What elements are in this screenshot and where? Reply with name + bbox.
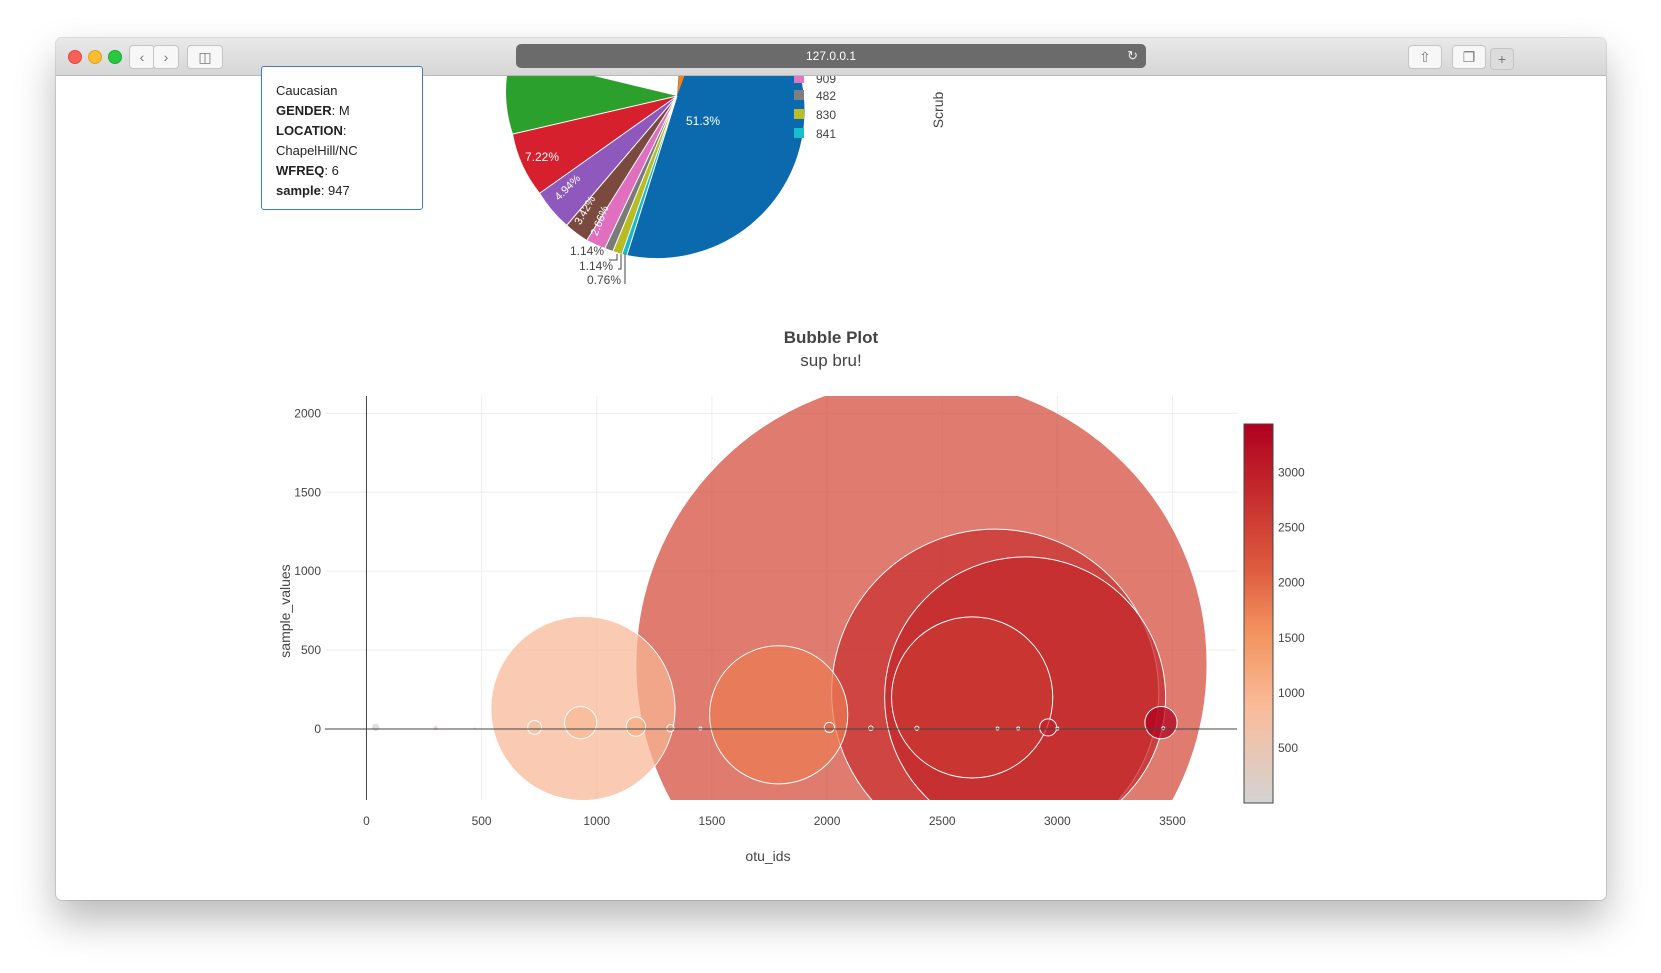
url-text: 127.0.0.1 bbox=[805, 49, 857, 63]
colorbar-tick-label: 3000 bbox=[1278, 465, 1305, 479]
minimize-window-button[interactable] bbox=[88, 50, 102, 64]
bubble-point[interactable] bbox=[564, 706, 598, 740]
reload-icon[interactable]: ↻ bbox=[1127, 44, 1138, 68]
bubble-point[interactable] bbox=[709, 645, 849, 785]
share-icon: ⇧ bbox=[1419, 49, 1431, 65]
legend-label-841[interactable]: 841 bbox=[816, 127, 836, 141]
tabs-button[interactable]: ❐ bbox=[1452, 45, 1486, 69]
bubble-point[interactable] bbox=[666, 724, 675, 733]
y-tick-label: 500 bbox=[301, 643, 321, 657]
bubble-point[interactable] bbox=[371, 722, 381, 733]
browser-window: ‹ › ◫ 127.0.0.1 ↻ ⇧ ❐ + Caucasian GENDER… bbox=[56, 38, 1606, 900]
colorbar-ticks: 500 1000 1500 2000 2500 3000 bbox=[1278, 465, 1305, 755]
sidebar-icon: ◫ bbox=[198, 49, 212, 65]
pie-label-114b: 1.14% bbox=[579, 259, 613, 273]
y-tick-label: 1000 bbox=[294, 564, 321, 578]
bubble-point[interactable] bbox=[432, 725, 439, 732]
chart-subtitle: sup bru! bbox=[800, 351, 861, 370]
y-axis-label: sample_values bbox=[277, 564, 293, 657]
bubble-layer bbox=[371, 396, 1208, 800]
legend-swatch-482[interactable] bbox=[794, 90, 804, 100]
chart-title: Bubble Plot bbox=[784, 328, 879, 347]
bubble-point[interactable] bbox=[823, 721, 835, 733]
sidebar-button[interactable]: ◫ bbox=[187, 45, 223, 69]
y-tick-label: 2000 bbox=[294, 406, 321, 420]
colorbar-tick-label: 1500 bbox=[1278, 631, 1305, 645]
bubble-point[interactable] bbox=[527, 719, 542, 735]
gauge-side-label: Scrub bbox=[930, 92, 946, 129]
new-tab-button[interactable]: + bbox=[1490, 48, 1514, 70]
chevron-right-icon: › bbox=[163, 49, 169, 65]
pie-label-076: 0.76% bbox=[587, 273, 621, 287]
x-tick-label: 2500 bbox=[929, 814, 956, 828]
charts-canvas: 51.3% 7.22% 4.94% 3.42% 2.66% 1.14% 1.14… bbox=[277, 76, 1305, 864]
back-button[interactable]: ‹ bbox=[129, 45, 155, 69]
page-content: Caucasian GENDER: M LOCATION: ChapelHill… bbox=[56, 66, 1606, 900]
x-tick-label: 3000 bbox=[1044, 814, 1071, 828]
x-axis-label: otu_ids bbox=[745, 848, 790, 864]
colorbar bbox=[1243, 423, 1274, 804]
plus-icon: + bbox=[1497, 51, 1507, 67]
pie-label-114a: 1.14% bbox=[570, 244, 604, 258]
bubble-point[interactable] bbox=[914, 725, 920, 731]
address-bar[interactable]: 127.0.0.1 ↻ bbox=[516, 44, 1146, 68]
x-tick-label: 1500 bbox=[699, 814, 726, 828]
pie-chart: 51.3% 7.22% 4.94% 3.42% 2.66% 1.14% 1.14… bbox=[506, 76, 805, 287]
bubble-point[interactable] bbox=[1144, 706, 1178, 740]
x-tick-label: 1000 bbox=[583, 814, 610, 828]
colorbar-tick-label: 2500 bbox=[1278, 521, 1305, 535]
bubble-plot: Bubble Plot sup bru! 0 500 1000 1500 2000 bbox=[277, 328, 1305, 864]
legend-label-909[interactable]: 909 bbox=[816, 76, 836, 86]
x-tick-label: 2000 bbox=[814, 814, 841, 828]
tabs-icon: ❐ bbox=[1462, 49, 1476, 65]
colorbar-tick-label: 1000 bbox=[1278, 686, 1305, 700]
bubble-point[interactable] bbox=[868, 725, 874, 731]
chevron-left-icon: ‹ bbox=[139, 49, 145, 65]
pie-label-722: 7.22% bbox=[525, 150, 559, 164]
pie-label-51: 51.3% bbox=[686, 114, 720, 128]
colorbar-tick-label: 2000 bbox=[1278, 576, 1305, 590]
legend-label-830[interactable]: 830 bbox=[816, 108, 836, 122]
x-tick-label: 3500 bbox=[1159, 814, 1186, 828]
bubble-point[interactable] bbox=[625, 716, 647, 737]
x-tick-label: 0 bbox=[363, 814, 370, 828]
y-tick-label: 1500 bbox=[294, 485, 321, 499]
bubble-point[interactable] bbox=[891, 616, 1054, 779]
legend-swatch-841[interactable] bbox=[794, 128, 804, 138]
x-tick-label: 500 bbox=[472, 814, 492, 828]
y-tick-label: 0 bbox=[314, 722, 321, 736]
maximize-window-button[interactable] bbox=[108, 50, 122, 64]
bubble-point[interactable] bbox=[1039, 718, 1058, 737]
close-window-button[interactable] bbox=[68, 50, 82, 64]
colorbar-tick-label: 500 bbox=[1278, 741, 1298, 755]
share-button[interactable]: ⇧ bbox=[1408, 45, 1442, 69]
legend-swatch-830[interactable] bbox=[794, 109, 804, 119]
legend-label-482[interactable]: 482 bbox=[816, 89, 836, 103]
forward-button[interactable]: › bbox=[153, 45, 179, 69]
legend-swatch-909[interactable] bbox=[794, 76, 804, 83]
